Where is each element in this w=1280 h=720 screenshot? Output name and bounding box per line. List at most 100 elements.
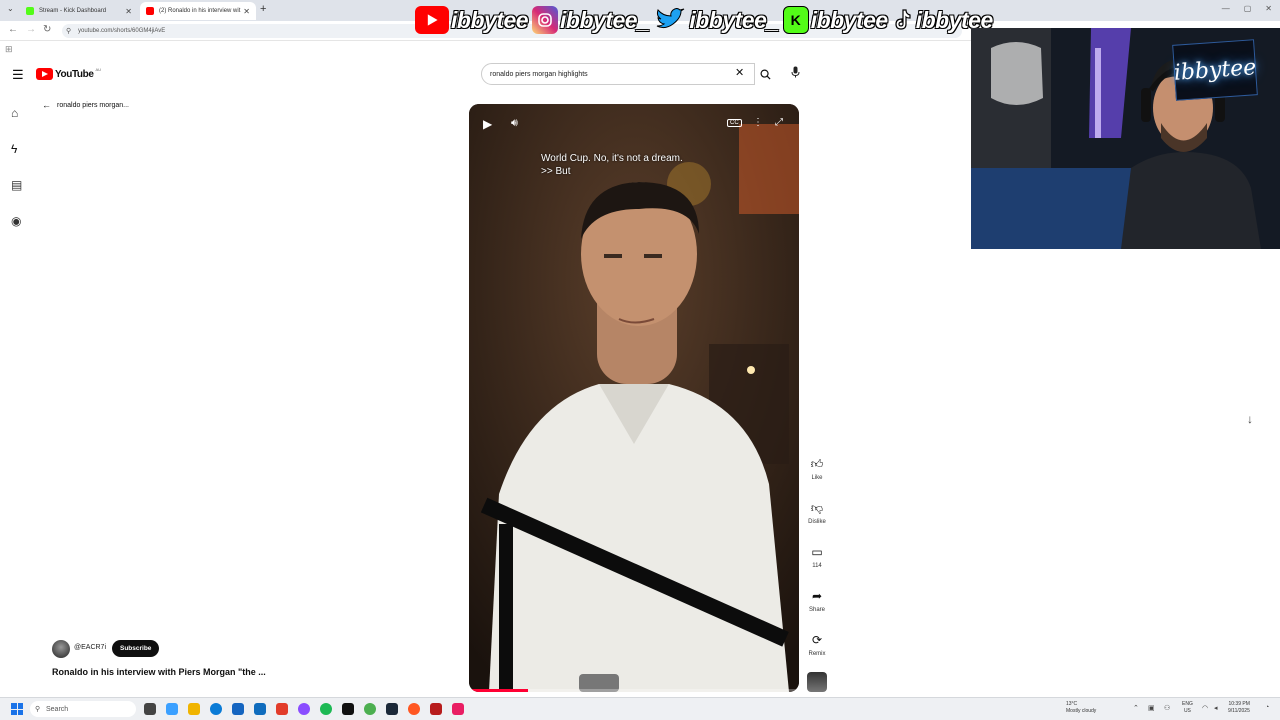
channel-name[interactable]: @EACR7i <box>74 644 106 651</box>
like-label: Like <box>811 475 823 481</box>
wifi-icon[interactable]: ◠ <box>1202 704 1208 712</box>
windows-start-icon[interactable] <box>11 703 23 715</box>
menu-icon[interactable]: ☰ <box>12 67 24 83</box>
lang-line: US <box>1183 708 1191 714</box>
like-icon: 👍︎ <box>810 457 824 471</box>
search-button[interactable] <box>752 63 778 85</box>
window-controls: — ▢ ✕ <box>1222 4 1272 13</box>
tab-list-icon[interactable]: ⌄ <box>7 4 14 13</box>
task-view-icon[interactable] <box>144 703 156 715</box>
new-tab-icon[interactable]: + <box>260 3 266 15</box>
tiktok-icon <box>892 6 914 34</box>
video-frame <box>469 104 799 692</box>
outlook-icon[interactable] <box>254 703 266 715</box>
youtube-icon <box>415 6 449 34</box>
remix-button[interactable]: ⟳ Remix <box>804 632 830 657</box>
microphone-icon <box>791 66 800 78</box>
app-icon[interactable] <box>452 703 464 715</box>
shorts-icon[interactable]: ϟ <box>11 142 17 156</box>
kick-icon: K <box>782 6 809 34</box>
arrow-down-icon[interactable]: ↓ <box>1247 412 1253 426</box>
search-input[interactable]: ronaldo piers morgan highlights <box>481 63 755 85</box>
youtube-logo[interactable]: YouTube AU <box>36 66 102 80</box>
video-progress-fill <box>469 689 529 692</box>
file-explorer-icon[interactable] <box>188 703 200 715</box>
avatar[interactable] <box>52 640 70 658</box>
youtube-handle: ibbytee <box>450 6 529 33</box>
tab-youtube-short[interactable]: (2) Ronaldo in his interview wit ✕ <box>140 2 256 20</box>
you-icon[interactable]: ◉ <box>11 214 21 228</box>
steam-icon[interactable] <box>386 703 398 715</box>
edge-icon[interactable] <box>210 703 222 715</box>
arrow-left-icon: ← <box>42 100 51 110</box>
taskbar-search[interactable]: ⚲ Search <box>30 701 136 717</box>
share-button[interactable]: ➦ Share <box>804 588 830 613</box>
remix-label: Remix <box>808 651 826 657</box>
kick-favicon-icon <box>26 7 34 15</box>
chrome-icon[interactable] <box>364 703 376 715</box>
search-icon: ⚲ <box>35 706 41 713</box>
back-link-label: ronaldo piers morgan... <box>57 101 129 109</box>
back-icon[interactable]: ← <box>8 24 18 35</box>
spotify-icon[interactable] <box>320 703 332 715</box>
close-tab-icon[interactable]: ✕ <box>125 7 132 16</box>
clock-date: 9/11/2025 <box>1228 708 1250 714</box>
app-icon[interactable] <box>430 703 442 715</box>
minimize-icon[interactable]: — <box>1222 4 1230 13</box>
subscribe-button[interactable]: Subscribe <box>112 640 160 657</box>
like-button[interactable]: 👍︎ Like <box>804 456 830 481</box>
close-tab-icon[interactable]: ✕ <box>243 7 250 16</box>
store-icon[interactable] <box>232 703 244 715</box>
brave-icon[interactable] <box>276 703 288 715</box>
notifications-icon[interactable]: ◔ <box>1265 704 1269 711</box>
tray-chevron-icon[interactable]: ⌃ <box>1133 704 1139 712</box>
apps-grid-icon[interactable]: ⊞ <box>5 44 13 55</box>
share-label: Share <box>808 607 825 613</box>
comments-button[interactable]: ▭ 114 <box>804 544 830 569</box>
obs-icon[interactable] <box>408 703 420 715</box>
fullscreen-icon[interactable]: ⤢ <box>775 117 783 128</box>
reload-icon[interactable]: ↻ <box>43 24 51 35</box>
copilot-icon[interactable] <box>166 703 178 715</box>
more-options-icon[interactable]: ⋮ <box>753 117 763 128</box>
search-query: ronaldo piers morgan highlights <box>490 70 588 78</box>
dislike-label: Dislike <box>808 519 826 525</box>
language-indicator[interactable]: ENG US <box>1182 701 1193 715</box>
clock[interactable]: 10:39 PM 9/11/2025 <box>1228 701 1250 715</box>
usb-icon[interactable]: ⚇ <box>1164 704 1170 712</box>
voice-search-button[interactable] <box>791 66 800 81</box>
site-info-icon[interactable]: ⚲ <box>66 27 71 35</box>
video-progress-bar[interactable] <box>469 689 799 692</box>
back-to-search-link[interactable]: ← ronaldo piers morgan... <box>42 100 129 110</box>
home-icon[interactable]: ⌂ <box>11 106 18 120</box>
tab-kick-dashboard[interactable]: Stream - Kick Dashboard ✕ <box>20 2 138 20</box>
share-icon: ➦ <box>811 589 823 603</box>
volume-icon[interactable]: 🔊︎ <box>511 117 518 130</box>
lang-line: ENG <box>1182 701 1193 707</box>
twitter-icon <box>653 6 687 34</box>
caption-line: >> But <box>541 166 571 177</box>
country-code: AU <box>95 66 102 72</box>
maximize-icon[interactable]: ▢ <box>1244 4 1252 13</box>
instagram-handle: ibbytee_ <box>559 6 650 33</box>
play-icon[interactable]: ▶ <box>483 117 492 131</box>
close-window-icon[interactable]: ✕ <box>1265 4 1272 13</box>
channel-thumbnail[interactable] <box>807 672 827 692</box>
discord-icon[interactable] <box>298 703 310 715</box>
search-icon <box>760 69 771 80</box>
youtube-logo-text: YouTube <box>55 68 94 80</box>
shorts-video-player[interactable]: World Cup. No, it's not a dream. >> But … <box>469 104 799 692</box>
terminal-icon[interactable] <box>342 703 354 715</box>
dislike-button[interactable]: 👎︎ Dislike <box>804 500 830 525</box>
volume-icon[interactable]: ◂ <box>1214 704 1218 712</box>
video-caption: World Cup. No, it's not a dream. >> But <box>541 152 683 178</box>
video-title[interactable]: Ronaldo in his interview with Piers Morg… <box>52 667 266 677</box>
weather-widget[interactable]: 13°C Mostly cloudy <box>1066 701 1096 715</box>
comment-count: 114 <box>812 563 822 569</box>
forward-icon[interactable]: → <box>26 24 36 35</box>
subscriptions-icon[interactable]: ▤ <box>11 178 22 192</box>
clear-search-icon[interactable]: ✕ <box>735 66 744 79</box>
tray-app-icon[interactable]: ▣ <box>1148 704 1155 712</box>
address-bar-url: youtube.com/shorts/60GM4jiAvE <box>78 28 166 34</box>
captions-button[interactable]: CC <box>727 119 742 127</box>
